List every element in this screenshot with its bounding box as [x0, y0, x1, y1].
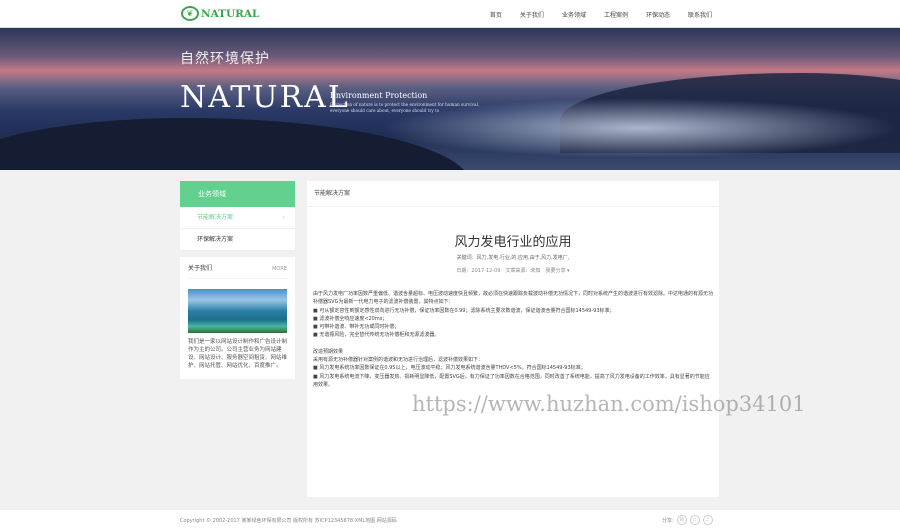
paragraph: ■ 可带补谐波、带补无功或同时补偿； — [313, 324, 400, 331]
hero-banner: 自然环境保护 NATURAL Environment Protection Pr… — [0, 28, 900, 170]
about-text: 我们是一家以网站设计制作和广告设计制作为主的公司。公司主营业务为网站建设、网站设… — [188, 339, 288, 369]
banner-subtitle: Environment Protection — [330, 91, 428, 100]
paragraph: 由于风力发电厂功率因数严重偏低、谐波含量超标、电压波动速度快且频繁，故必须在快速… — [313, 291, 714, 306]
nav-news[interactable]: 环保动态 — [646, 10, 670, 19]
about-image — [188, 289, 287, 333]
wechat-icon[interactable]: ✉ — [676, 515, 687, 525]
nav-about[interactable]: 关于我们 — [520, 10, 544, 19]
article-body: 由于风力发电厂功率因数严重偏低、谐波含量超标、电压波动速度快且频繁，故必须在快速… — [307, 290, 719, 389]
main-nav: 首页 关于我们 业务领域 工程案例 环保动态 联系我们 — [472, 10, 712, 19]
banner-desc: Protection of nature is to protect the e… — [330, 102, 480, 113]
sidebar-item-env[interactable]: 环保解决方案 — [180, 229, 295, 251]
paragraph: ■ 可从额定容性到额定感性双向进行无功补偿，保证功率因数在0.99；滤除系统主要… — [313, 307, 615, 314]
banner-title: NATURAL — [180, 80, 350, 115]
nav-cases[interactable]: 工程案例 — [604, 10, 628, 19]
sidebar-item-label: 节能解决方案 — [197, 214, 234, 221]
paragraph: 采用有源无功补偿器针对案例的谐波和无功进行治理后，滤波补偿效果如下： — [313, 357, 484, 364]
watermark: https://www.huzhan.com/ishop34101 — [412, 392, 806, 416]
weibo-icon[interactable]: ☆ — [689, 515, 700, 525]
paragraph: ■ 风力发电系统电流下降，变压器发热、损耗明显降低，配置SVG后，有力保证了功率… — [313, 373, 710, 388]
chevron-right-icon: › — [282, 214, 285, 221]
sidebar-item-label: 环保解决方案 — [197, 236, 234, 243]
article-title: 风力发电行业的应用 — [454, 235, 572, 250]
article-meta: 日期：2017-12-09 文章来源：未知 我要分享 ▾ — [456, 268, 570, 274]
share-label: 分享: — [662, 517, 674, 524]
nav-contact[interactable]: 联系我们 — [688, 10, 712, 19]
about-box: 关于我们 MORE 我们是一家以网站设计制作和广告设计制作为主的公司。公司主营业务… — [180, 257, 295, 379]
about-title: 关于我们 — [188, 265, 213, 272]
sidebar-title: 业务领域 — [180, 181, 295, 207]
paragraph: ■ 无谐振风险，完全替代传统无功补偿柜和无源滤波器。 — [313, 332, 440, 339]
share-bar: 分享: ✉ ☆ ♪ — [662, 515, 713, 525]
nav-home[interactable]: 首页 — [490, 10, 502, 19]
copyright: Copyright © 2002-2017 某某绿色环保有限公司 版权所有 苏I… — [180, 518, 397, 524]
header: ❦ NATURAL 首页 关于我们 业务领域 工程案例 环保动态 联系我们 — [0, 0, 900, 28]
breadcrumb[interactable]: 节能解决方案 — [307, 181, 719, 207]
article-panel: 节能解决方案 风力发电行业的应用 关键词：风力,发电,行业,的,应用,由于,风力… — [307, 181, 719, 497]
article-keywords: 关键词：风力,发电,行业,的,应用,由于,风力,发电厂, — [456, 255, 570, 261]
paragraph: ■ 滤波补偿全响应速度<20ms； — [313, 315, 388, 322]
footer: Copyright © 2002-2017 某某绿色环保有限公司 版权所有 苏I… — [0, 510, 900, 530]
paragraph: ■ 风力发电系统功率因数保证在0.95以上，电压波动平稳；风力发电系统谐波含量T… — [313, 365, 586, 372]
qq-icon[interactable]: ♪ — [702, 515, 713, 525]
banner-cn-title: 自然环境保护 — [180, 51, 270, 67]
nav-business[interactable]: 业务领域 — [562, 10, 586, 19]
logo[interactable]: ❦ NATURAL — [181, 6, 259, 21]
more-link[interactable]: MORE — [272, 257, 287, 278]
sidebar-item-energy[interactable]: 节能解决方案 › — [180, 207, 295, 229]
leaf-logo-icon: ❦ — [181, 6, 199, 21]
paragraph: 改造预期效果 — [313, 348, 344, 355]
sidebar: 业务领域 节能解决方案 › 环保解决方案 关于我们 MORE 我们是一家以网站设计制… — [180, 181, 295, 379]
